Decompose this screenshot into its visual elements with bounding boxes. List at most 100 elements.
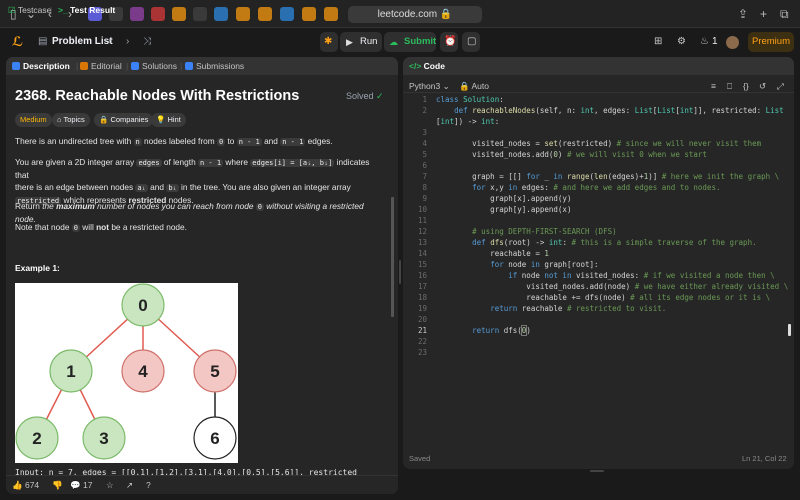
autocomplete-toggle[interactable]: 🔒 Auto bbox=[459, 77, 489, 95]
tab-label: Solutions bbox=[142, 61, 177, 71]
thumbs-up-icon: 👍 bbox=[12, 480, 23, 490]
fullscreen-icon[interactable]: ⤢ bbox=[777, 77, 784, 95]
reset-icon[interactable]: ↺ bbox=[759, 77, 766, 95]
flame-icon[interactable]: ♨ bbox=[700, 28, 709, 56]
comment-count: 17 bbox=[82, 480, 93, 490]
line-number: 17 bbox=[417, 282, 427, 291]
tab-favicon[interactable] bbox=[258, 7, 272, 21]
line-number: 21 bbox=[417, 326, 427, 335]
gear-icon[interactable]: ⚙ bbox=[677, 28, 686, 56]
tab-favicon[interactable] bbox=[172, 7, 186, 21]
avatar[interactable] bbox=[726, 36, 739, 49]
companies-chip[interactable]: 🔒 Companies bbox=[94, 113, 154, 127]
tab-test-result[interactable]: >_ Test Result bbox=[58, 1, 115, 19]
code-editor[interactable]: 1 2 3 4 5 6 7 8 9 10 11 12 13 14 15 16 1… bbox=[403, 95, 794, 425]
tab-favicon[interactable] bbox=[193, 7, 207, 21]
layout-icon[interactable]: ⊞ bbox=[654, 28, 662, 56]
submit-button[interactable]: ☁ Submit bbox=[384, 32, 436, 52]
inline-code: edges bbox=[136, 159, 162, 167]
inline-code: n - 1 bbox=[280, 138, 306, 146]
italic-text: number of nodes you can reach from node bbox=[94, 201, 256, 211]
help-icon: ? bbox=[146, 480, 151, 490]
tab-testcase[interactable]: ☑ Testcase bbox=[8, 1, 51, 19]
divider: | bbox=[50, 5, 53, 15]
braces-icon[interactable]: {} bbox=[743, 77, 749, 95]
divider: | bbox=[180, 61, 183, 71]
tree-node: 1 bbox=[49, 349, 93, 393]
bold-italic-text: maximum bbox=[56, 201, 95, 211]
example-heading: Example 1: bbox=[15, 263, 60, 273]
inline-code: aᵢ bbox=[135, 184, 148, 192]
line-number: 14 bbox=[417, 249, 427, 258]
shuffle-icon[interactable]: ⤨ bbox=[143, 28, 151, 56]
check-circle-icon: ✓ bbox=[376, 91, 384, 101]
leetcode-logo-icon[interactable]: ℒ bbox=[12, 28, 23, 56]
problem-list-link[interactable]: Problem List bbox=[52, 28, 113, 56]
bookmark-icon[interactable]: ⎕ bbox=[727, 77, 732, 95]
line-number: 4 bbox=[422, 139, 427, 148]
address-bar[interactable]: leetcode.com 🔒 bbox=[348, 6, 482, 23]
timer-button[interactable]: ⏰ bbox=[440, 32, 458, 52]
panel-resize-handle[interactable] bbox=[590, 470, 604, 472]
tab-favicon[interactable] bbox=[236, 7, 250, 21]
topics-chip[interactable]: ⌂ Topics bbox=[52, 113, 90, 127]
bug-icon: ✱ bbox=[324, 36, 333, 47]
hint-chip[interactable]: 💡 Hint bbox=[151, 113, 186, 127]
minimap-cursor bbox=[788, 324, 791, 336]
line-number: 15 bbox=[417, 260, 427, 269]
new-tab-icon[interactable]: + bbox=[760, 6, 767, 22]
tab-submissions[interactable]: Submissions bbox=[185, 57, 244, 75]
share-button[interactable]: ↗ bbox=[126, 479, 133, 491]
code-line: # using DEPTH-FIRST-SEARCH (DFS) bbox=[472, 227, 617, 236]
tab-favicon[interactable] bbox=[280, 7, 294, 21]
tab-favicon[interactable] bbox=[214, 7, 228, 21]
code-line: graph[y].append(x) bbox=[436, 205, 572, 214]
help-button[interactable]: ? bbox=[146, 479, 151, 491]
tree-node: 5 bbox=[193, 349, 237, 393]
premium-button[interactable]: Premium bbox=[748, 32, 794, 52]
code-line: def dfs(root) -> int: # this is a simple… bbox=[472, 238, 757, 247]
code-tabs: </> Code bbox=[403, 57, 794, 75]
scrollbar[interactable] bbox=[391, 197, 394, 317]
tab-description[interactable]: Description bbox=[12, 57, 70, 75]
text: of length bbox=[161, 157, 198, 167]
notes-button[interactable]: ▢ bbox=[462, 32, 480, 52]
like-button[interactable]: 👍 674 bbox=[12, 479, 39, 491]
inline-code: n bbox=[133, 138, 142, 146]
text: Note that node bbox=[15, 222, 72, 232]
favorite-button[interactable]: ☆ bbox=[106, 479, 114, 491]
tab-overview-icon[interactable]: ⧉ bbox=[780, 6, 789, 22]
panel-resize-handle[interactable] bbox=[399, 260, 401, 284]
history-icon bbox=[185, 62, 193, 70]
tab-code[interactable]: </> Code bbox=[409, 57, 445, 75]
inline-code: bᵢ bbox=[166, 184, 179, 192]
dislike-button[interactable]: 👎 bbox=[52, 479, 63, 491]
tab-label: Code bbox=[423, 61, 445, 71]
tree-node: 0 bbox=[121, 283, 165, 327]
comments-button[interactable]: 💬 17 bbox=[70, 479, 92, 491]
tab-favicon[interactable] bbox=[130, 7, 144, 21]
tab-editorial[interactable]: Editorial bbox=[80, 57, 122, 75]
alarm-icon: ⏰ bbox=[444, 36, 457, 47]
prev-problem-icon[interactable]: ‹ bbox=[108, 28, 111, 56]
line-number: 16 bbox=[417, 271, 427, 280]
tree-node: 2 bbox=[15, 416, 59, 460]
next-problem-icon[interactable]: › bbox=[126, 28, 129, 56]
tab-favicon[interactable] bbox=[302, 7, 316, 21]
node-label: 0 bbox=[138, 296, 147, 315]
list-icon[interactable]: ▤ bbox=[38, 28, 47, 56]
tab-favicon[interactable] bbox=[151, 7, 165, 21]
code-line: visited_nodes = set(restricted) # since … bbox=[436, 139, 762, 148]
code-panel: </> Code Python3 ⌄ 🔒 Auto ≡ ⎕ {} ↺ ⤢ 1 2… bbox=[403, 57, 794, 469]
code-line: reachable += dfs(node) # all its edge no… bbox=[436, 293, 771, 302]
code-toolbar: Python3 ⌄ 🔒 Auto ≡ ⎕ {} ↺ ⤢ bbox=[403, 75, 794, 93]
problem-paragraph: There is an undirected tree with n nodes… bbox=[15, 135, 385, 148]
run-button[interactable]: ▶ Run bbox=[340, 32, 382, 52]
tab-solutions[interactable]: Solutions bbox=[131, 57, 177, 75]
text: Return bbox=[15, 201, 43, 211]
format-icon[interactable]: ≡ bbox=[711, 77, 716, 95]
tab-favicon[interactable] bbox=[324, 7, 338, 21]
language-select[interactable]: Python3 ⌄ bbox=[409, 77, 450, 95]
node-label: 2 bbox=[32, 429, 41, 448]
share-icon[interactable]: ⇪ bbox=[738, 6, 748, 22]
